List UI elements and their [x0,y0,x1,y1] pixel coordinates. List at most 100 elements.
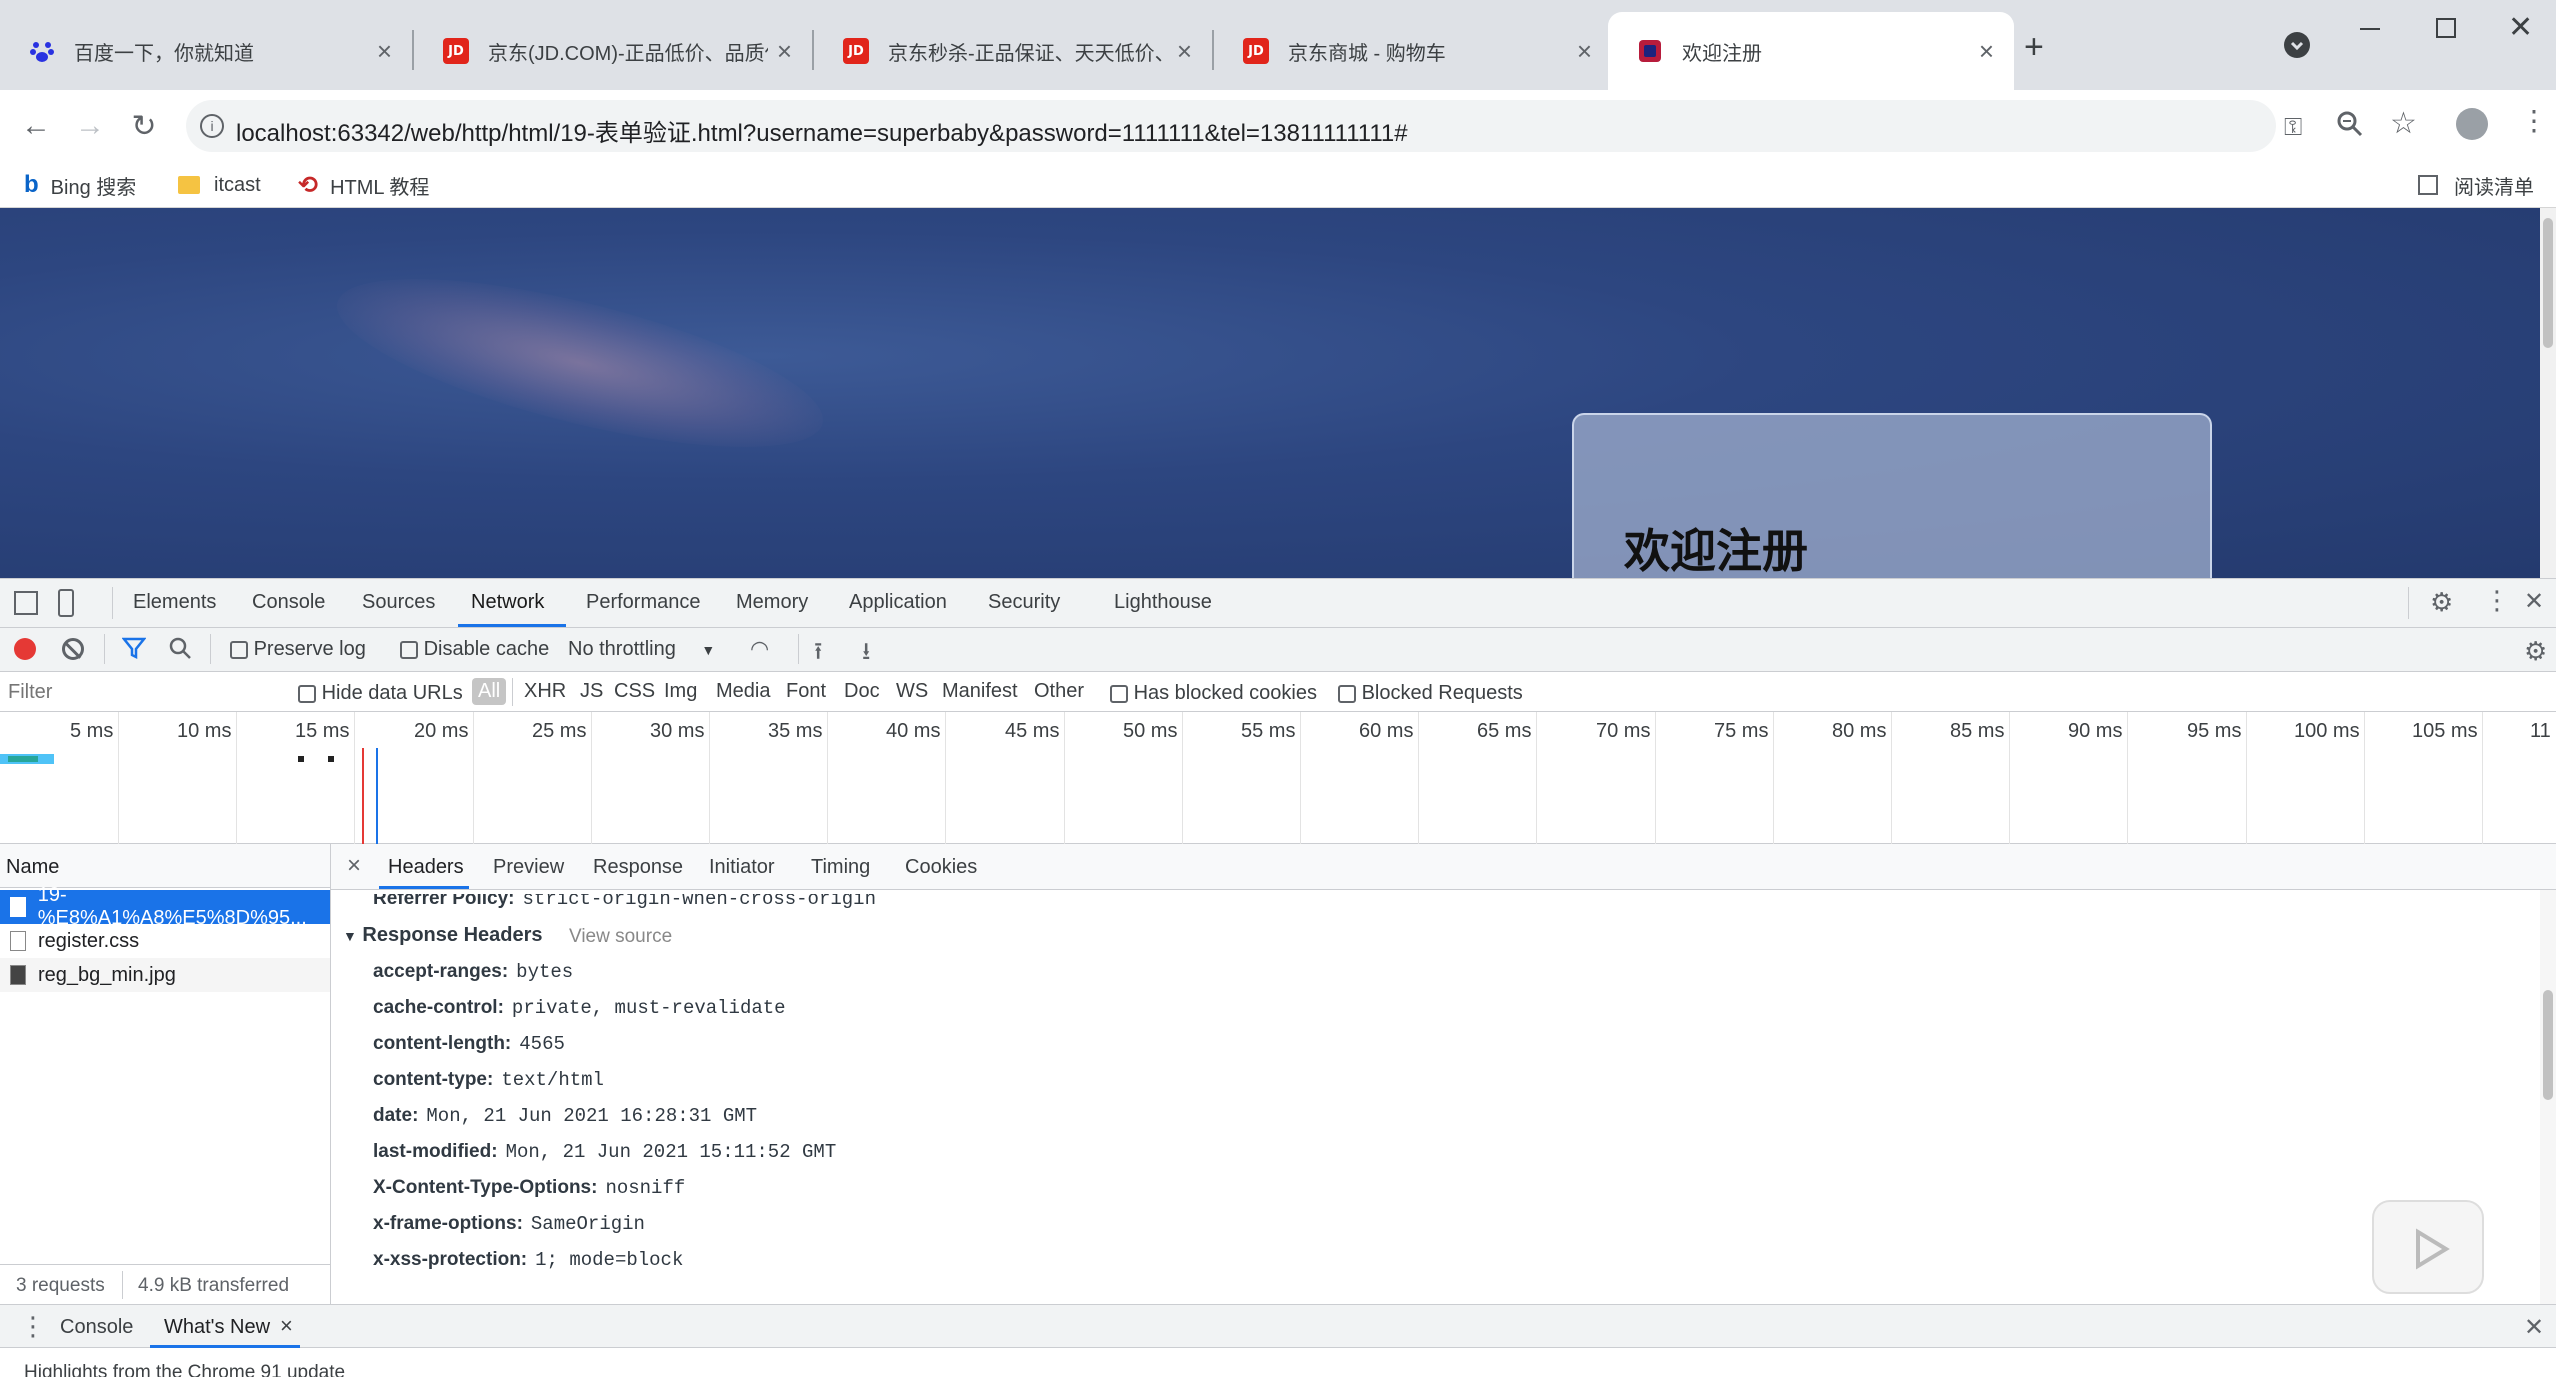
drawer-tab-console[interactable]: Console [60,1316,133,1339]
view-source-link[interactable]: View source [569,926,672,948]
devtools-tab-lighthouse[interactable]: Lighthouse [1114,591,1212,614]
runoob-logo-icon: ⟲ [298,171,319,199]
timeline-tick-label: 5 ms [70,720,114,742]
record-icon[interactable] [14,638,36,660]
close-drawer-tab-icon[interactable]: × [280,1313,293,1339]
tab-search-icon[interactable] [2284,32,2310,58]
window-close-icon[interactable]: ✕ [2508,10,2533,45]
key-icon[interactable]: ⚿ [2284,114,2302,142]
close-tab-icon[interactable]: × [777,38,792,64]
request-row[interactable]: reg_bg_min.jpg [0,958,330,992]
column-header-name[interactable]: Name [6,856,59,879]
disable-cache-checkbox[interactable]: Disable cache [400,638,549,661]
devtools-tab-elements[interactable]: Elements [133,591,216,614]
drawer-close-icon[interactable]: ✕ [2524,1313,2544,1342]
filter-type-doc[interactable]: Doc [844,680,880,703]
url-text[interactable]: localhost:63342/web/http/html/19-表单验证.ht… [236,113,1408,148]
zoom-icon[interactable] [2336,110,2364,143]
export-har-icon[interactable]: ⭳ [862,634,870,675]
detail-scrollbar[interactable] [2540,890,2556,1304]
clear-icon[interactable] [62,638,84,660]
detail-scrollbar-thumb[interactable] [2543,990,2553,1100]
detail-tab-timing[interactable]: Timing [811,856,870,879]
import-har-icon[interactable]: ⭱ [814,634,822,675]
has-blocked-cookies-checkbox[interactable]: Has blocked cookies [1110,682,1317,705]
filter-type-img[interactable]: Img [664,680,697,703]
filter-type-css[interactable]: CSS [614,680,655,703]
detail-tab-headers[interactable]: Headers [388,856,464,879]
close-tab-icon[interactable]: × [1577,38,1592,64]
profile-avatar-icon[interactable] [2456,108,2488,140]
detail-tab-response[interactable]: Response [593,856,683,879]
filter-icon[interactable] [121,636,147,666]
filter-type-other[interactable]: Other [1034,680,1084,703]
devtools-close-icon[interactable]: ✕ [2524,587,2544,616]
tab-title: 京东秒杀-正品保证、天天低价、 [888,42,1168,65]
timeline-tick-label: 85 ms [1950,720,2005,742]
page-scrollbar-thumb[interactable] [2543,218,2553,348]
network-timeline-overview[interactable]: 5 ms 10 ms 15 ms 20 ms 25 ms 30 ms 35 ms 40 ms 4… [0,712,2556,844]
device-toolbar-icon[interactable] [58,589,74,617]
throttling-select[interactable]: No throttling ▼ [568,638,715,661]
close-tab-icon[interactable]: × [377,38,392,64]
browser-tab-jd-cart[interactable]: JD 京东商城 - 购物车 × [1214,12,1612,90]
devtools-tab-performance[interactable]: Performance [586,591,701,614]
hide-data-urls-checkbox[interactable]: Hide data URLs [298,682,463,705]
devtools-tab-console[interactable]: Console [252,591,325,614]
response-headers-section-title[interactable]: ▼ Response Headers [343,924,543,947]
browser-tab-jd-seckill[interactable]: JD 京东秒杀-正品保证、天天低价、 × [814,12,1212,90]
search-icon[interactable] [168,636,192,666]
header-row-referrer-policy: Referrer Policy: strict-origin-when-cross… [373,888,876,910]
filter-type-all[interactable]: All [472,678,507,705]
blocked-requests-checkbox[interactable]: Blocked Requests [1338,682,1523,705]
browser-menu-icon[interactable]: ⋮ [2520,104,2548,137]
devtools-tab-application[interactable]: Application [849,591,947,614]
folder-icon [178,176,200,194]
close-tab-icon[interactable]: × [1177,38,1192,64]
drawer-menu-icon[interactable]: ⋮ [20,1311,46,1342]
network-settings-gear-icon[interactable]: ⚙ [2524,636,2547,667]
detail-tab-initiator[interactable]: Initiator [709,856,775,879]
new-tab-button[interactable]: + [2024,28,2044,67]
request-row[interactable]: register.css [0,924,330,958]
inspect-element-icon[interactable] [14,591,38,615]
filter-type-js[interactable]: JS [580,680,603,703]
site-info-icon[interactable]: i [200,114,224,138]
devtools-tab-network[interactable]: Network [471,591,544,614]
bookmark-bing[interactable]: b Bing 搜索 [24,170,136,200]
filter-type-xhr[interactable]: XHR [524,680,566,703]
reading-list-button[interactable]: 阅读清单 [2418,170,2534,200]
bookmark-html-tutorial[interactable]: ⟲ HTML 教程 [298,170,429,200]
filter-input[interactable] [4,678,274,706]
maximize-icon[interactable] [2436,18,2456,38]
preserve-log-checkbox[interactable]: Preserve log [230,638,366,661]
filter-type-manifest[interactable]: Manifest [942,680,1018,703]
forward-icon[interactable]: → [68,104,112,148]
detail-tab-preview[interactable]: Preview [493,856,564,879]
bookmark-folder-itcast[interactable]: itcast [178,170,261,200]
devtools-settings-gear-icon[interactable]: ⚙ [2430,587,2453,618]
close-tab-icon[interactable]: × [1979,38,1994,64]
filter-type-font[interactable]: Font [786,680,826,703]
filter-type-media[interactable]: Media [716,680,770,703]
close-detail-icon[interactable]: × [347,852,361,880]
request-row[interactable]: 19-%E8%A1%A8%E5%8D%95... [0,884,330,929]
minimize-icon[interactable] [2360,28,2380,30]
browser-tab-register[interactable]: 欢迎注册 × [1608,12,2014,90]
network-conditions-icon[interactable]: ◠ [750,636,769,662]
bookmark-star-icon[interactable]: ☆ [2390,106,2417,141]
back-icon[interactable]: ← [14,104,58,148]
reload-icon[interactable]: ↻ [122,104,166,148]
drawer-tab-whats-new[interactable]: What's New [164,1316,270,1339]
devtools-tab-sources[interactable]: Sources [362,591,435,614]
filter-type-ws[interactable]: WS [896,680,928,703]
devtools-tab-memory[interactable]: Memory [736,591,808,614]
browser-tab-jd-home[interactable]: JD 京东(JD.COM)-正品低价、品质保障 × [414,12,812,90]
devtools-menu-icon[interactable]: ⋮ [2484,585,2510,616]
video-play-overlay-button[interactable] [2372,1200,2484,1294]
detail-tab-cookies[interactable]: Cookies [905,856,977,879]
devtools-tab-security[interactable]: Security [988,591,1060,614]
page-scrollbar[interactable] [2540,208,2556,578]
address-bar[interactable]: i localhost:63342/web/http/html/19-表单验证.… [186,100,2276,152]
browser-tab-baidu[interactable]: 百度一下，你就知道 × [0,12,412,90]
